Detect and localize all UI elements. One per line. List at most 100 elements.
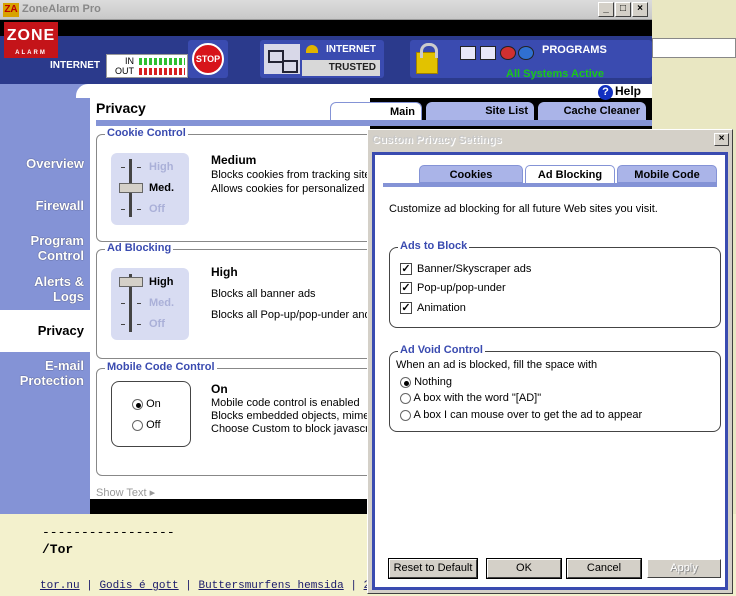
- background-signature: /Tor: [42, 542, 74, 557]
- group-title: Ads to Block: [398, 240, 470, 252]
- background-address-bar: [652, 38, 736, 58]
- page-title: Privacy: [96, 100, 146, 116]
- dialog-close-button[interactable]: ×: [714, 133, 729, 146]
- ad-slider[interactable]: High Med. Off: [111, 268, 189, 340]
- zone-trusted-label: TRUSTED: [302, 60, 380, 76]
- mobile-description: On Mobile code control is enabled Blocks…: [211, 383, 378, 435]
- link-buttersmurfens[interactable]: Buttersmurfens hemsida: [198, 580, 343, 592]
- level-high: High: [149, 276, 174, 288]
- cookie-slider[interactable]: High Med. Off: [111, 153, 189, 225]
- link-tor-nu[interactable]: tor.nu: [40, 580, 80, 592]
- program-window-icon: [460, 46, 476, 60]
- group-title: Ad Blocking: [105, 242, 174, 254]
- check-icon[interactable]: ✓: [400, 282, 412, 295]
- out-leds: [139, 68, 185, 75]
- void-option-nothing[interactable]: Nothing: [400, 376, 452, 388]
- minimize-button[interactable]: _: [598, 2, 614, 17]
- stop-icon: STOP: [192, 43, 224, 75]
- mobile-off-option[interactable]: Off: [132, 419, 161, 431]
- title-bar[interactable]: ZA ZoneAlarm Pro _ □ ×: [0, 0, 652, 20]
- dialog-title-bar[interactable]: Custom Privacy Settings: [370, 132, 730, 148]
- group-title: Cookie Control: [105, 127, 188, 139]
- void-option-ad-box[interactable]: A box with the word "[AD]": [400, 392, 541, 404]
- sidebar: Overview Firewall Program Control Alerts…: [0, 84, 96, 514]
- level-med: Med.: [149, 182, 175, 194]
- tab-mobile-code[interactable]: Mobile Code: [617, 165, 717, 183]
- ad-void-prompt: When an ad is blocked, fill the space wi…: [396, 359, 598, 371]
- ads-to-block-group: Ads to Block ✓ Banner/Skyscraper ads ✓ Pop…: [389, 240, 721, 328]
- cookie-control-group: Cookie Control High Med. Off Medium Bloc…: [96, 127, 396, 242]
- background-links: tor.nu | Godis é gott | Buttersmurfens h…: [40, 580, 383, 592]
- padlock-icon[interactable]: [416, 43, 438, 74]
- in-label: IN: [125, 56, 134, 66]
- internet-label: INTERNET: [50, 60, 100, 71]
- stop-button[interactable]: STOP: [188, 40, 228, 78]
- ad-description: High Blocks all banner ads Blocks all Po…: [211, 265, 371, 321]
- reset-to-default-button[interactable]: Reset to Default: [388, 558, 478, 579]
- mobile-on-option[interactable]: On: [132, 398, 161, 410]
- mobile-level-heading: On: [211, 383, 228, 396]
- sidebar-item-program-control[interactable]: Program Control: [0, 233, 90, 263]
- tab-main[interactable]: Main: [330, 102, 422, 120]
- slider-knob[interactable]: [119, 183, 143, 193]
- show-text-link[interactable]: Show Text ▸: [96, 486, 155, 499]
- sidebar-item-email-protection[interactable]: E-mail Protection: [0, 358, 90, 388]
- ad-void-control-group: Ad Void Control When an ad is blocked, f…: [389, 344, 721, 432]
- content-header: [76, 84, 652, 98]
- tab-cookies[interactable]: Cookies: [419, 165, 523, 183]
- zone-logo: ZONE ALARM: [4, 22, 58, 58]
- custom-privacy-dialog: Custom Privacy Settings × Cookies Ad Blo…: [367, 129, 733, 594]
- zone-panel: INTERNET TRUSTED: [260, 40, 384, 78]
- popup-checkbox[interactable]: ✓ Pop-up/pop-under: [400, 282, 506, 295]
- dialog-body: Cookies Ad Blocking Mobile Code Customiz…: [372, 152, 728, 590]
- sidebar-item-firewall[interactable]: Firewall: [0, 198, 90, 213]
- in-leds: [139, 58, 185, 65]
- apply-button[interactable]: Apply: [647, 559, 721, 578]
- cookie-description: Medium Blocks cookies from tracking site…: [211, 153, 377, 195]
- cookie-level-heading: Medium: [211, 153, 257, 167]
- globe-icon: [518, 46, 534, 60]
- group-title: Ad Void Control: [398, 344, 485, 356]
- radio-nothing[interactable]: [400, 376, 411, 388]
- background-dashes: -----------------: [42, 525, 175, 540]
- sidebar-item-alerts-logs[interactable]: Alerts & Logs: [0, 274, 90, 304]
- ok-button[interactable]: OK: [486, 558, 562, 579]
- sidebar-item-overview[interactable]: Overview: [0, 156, 90, 171]
- cancel-button[interactable]: Cancel: [566, 558, 642, 579]
- slider-knob[interactable]: [119, 277, 143, 287]
- radio-on[interactable]: [132, 398, 143, 410]
- chevron-right-icon: ▸: [149, 487, 156, 499]
- tab-cache-cleaner[interactable]: Cache Cleaner: [538, 102, 646, 120]
- ad-blocking-group: Ad Blocking High Med. Off High Blocks al…: [96, 242, 396, 359]
- maximize-button[interactable]: □: [615, 2, 631, 17]
- link-separator: |: [86, 580, 93, 592]
- programs-label: PROGRAMS: [542, 44, 607, 56]
- internet-lock-icon: [306, 45, 318, 53]
- window-title: ZoneAlarm Pro: [22, 3, 101, 15]
- help-label: Help: [615, 84, 642, 98]
- void-option-mouseover[interactable]: A box I can mouse over to get the ad to …: [400, 409, 642, 421]
- radio-ad-box[interactable]: [400, 392, 411, 404]
- dialog-title: Custom Privacy Settings: [372, 134, 502, 146]
- link-godis[interactable]: Godis é gott: [99, 580, 178, 592]
- status-text: All Systems Active: [506, 68, 605, 80]
- help-icon: ?: [598, 85, 613, 100]
- app-icon: ZA: [3, 3, 19, 17]
- level-med: Med.: [149, 297, 175, 309]
- close-button[interactable]: ×: [632, 2, 648, 17]
- radio-mouseover[interactable]: [400, 409, 411, 421]
- animation-checkbox[interactable]: ✓ Animation: [400, 302, 466, 315]
- dialog-description: Customize ad blocking for all future Web…: [389, 203, 658, 215]
- sidebar-item-privacy[interactable]: Privacy: [0, 310, 96, 352]
- link-separator: |: [350, 580, 357, 592]
- tab-site-list[interactable]: Site List: [426, 102, 534, 120]
- tab-ad-blocking[interactable]: Ad Blocking: [525, 165, 615, 185]
- banner-ads-checkbox[interactable]: ✓ Banner/Skyscraper ads: [400, 263, 531, 276]
- check-icon[interactable]: ✓: [400, 302, 412, 315]
- mobile-code-options: On Off: [111, 381, 191, 447]
- ad-level-heading: High: [211, 265, 238, 279]
- check-icon[interactable]: ✓: [400, 263, 412, 276]
- link-separator: |: [185, 580, 192, 592]
- help-button[interactable]: ? Help: [598, 84, 641, 100]
- radio-off[interactable]: [132, 419, 143, 431]
